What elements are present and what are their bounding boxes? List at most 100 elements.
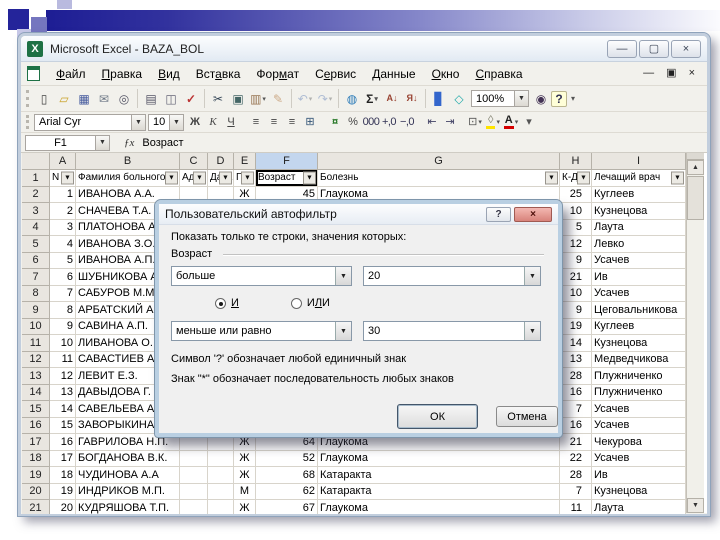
autosum-icon[interactable]: Σ ▾ bbox=[362, 89, 382, 109]
underline-icon[interactable]: Ч bbox=[222, 113, 240, 131]
row-header-16[interactable]: 16 bbox=[22, 417, 50, 434]
cell-C18[interactable] bbox=[180, 450, 208, 467]
fill-color-icon[interactable]: ◊ ▾ bbox=[484, 113, 502, 131]
cell-F18[interactable]: 52 bbox=[256, 450, 318, 467]
row-header-11[interactable]: 11 bbox=[22, 335, 50, 352]
font-size-combo[interactable]: 10 ▼ bbox=[148, 113, 184, 131]
chevron-down-icon[interactable]: ▼ bbox=[524, 267, 540, 285]
help-icon[interactable]: ? bbox=[551, 90, 567, 107]
spelling-icon[interactable]: ✓ bbox=[181, 89, 201, 109]
row-header-19[interactable]: 19 bbox=[22, 467, 50, 484]
paste-icon[interactable]: ▥ ▾ bbox=[248, 89, 268, 109]
dialog-close-button[interactable]: × bbox=[514, 206, 552, 222]
borders-icon[interactable]: ⊡ ▾ bbox=[466, 113, 484, 131]
cell-E18[interactable]: Ж bbox=[234, 450, 256, 467]
column-header-E[interactable]: E bbox=[234, 153, 256, 170]
chevron-down-icon[interactable]: ▾ bbox=[478, 118, 482, 126]
increase-indent-icon[interactable]: ⇥ bbox=[441, 113, 459, 131]
cell-H3[interactable]: 10 bbox=[560, 203, 592, 220]
row-header-8[interactable]: 8 bbox=[22, 285, 50, 302]
menu-Вставка[interactable]: Вставка bbox=[188, 64, 249, 84]
cell-H11[interactable]: 14 bbox=[560, 335, 592, 352]
cell-B19[interactable]: ЧУДИНОВА А.А bbox=[76, 467, 180, 484]
cell-H19[interactable]: 28 bbox=[560, 467, 592, 484]
name-box[interactable]: F1 bbox=[25, 134, 95, 151]
row-header-2[interactable]: 2 bbox=[22, 186, 50, 203]
format-painter-icon[interactable]: ✎ bbox=[268, 89, 288, 109]
cell-H14[interactable]: 16 bbox=[560, 384, 592, 401]
row-header-18[interactable]: 18 bbox=[22, 450, 50, 467]
align-left-icon[interactable]: ≡ bbox=[247, 113, 265, 131]
chevron-down-icon[interactable]: ▾ bbox=[374, 95, 378, 103]
or-radio[interactable] bbox=[290, 297, 302, 309]
cell-I18[interactable]: Усачев bbox=[592, 450, 686, 467]
italic-icon[interactable]: К bbox=[204, 113, 222, 131]
split-handle[interactable] bbox=[687, 153, 704, 160]
menu-Вид[interactable]: Вид bbox=[150, 64, 188, 84]
row-header-10[interactable]: 10 bbox=[22, 318, 50, 335]
row-header-9[interactable]: 9 bbox=[22, 302, 50, 319]
row-header-12[interactable]: 12 bbox=[22, 351, 50, 368]
cell-D18[interactable] bbox=[208, 450, 234, 467]
align-center-icon[interactable]: ≡ bbox=[265, 113, 283, 131]
chart-wizard-icon[interactable]: ▊ bbox=[429, 89, 449, 109]
cell-A21[interactable]: 20 bbox=[50, 500, 76, 514]
column-header-I[interactable]: I bbox=[592, 153, 686, 170]
ok-button[interactable]: ОК bbox=[397, 404, 478, 429]
toolbar-options-icon[interactable]: ▾ bbox=[520, 113, 538, 131]
cell-A8[interactable]: 7 bbox=[50, 285, 76, 302]
filter-button-D[interactable]: ▼ bbox=[219, 171, 232, 185]
cell-H13[interactable]: 28 bbox=[560, 368, 592, 385]
cell-H20[interactable]: 7 bbox=[560, 483, 592, 500]
cell-I6[interactable]: Усачев bbox=[592, 252, 686, 269]
formula-value[interactable]: Возраст bbox=[142, 137, 183, 149]
cell-A17[interactable]: 16 bbox=[50, 434, 76, 451]
print-icon[interactable]: ▤ bbox=[141, 89, 161, 109]
chevron-down-icon[interactable]: ▼ bbox=[524, 322, 540, 340]
vertical-scrollbar[interactable]: ▲ ▼ bbox=[686, 153, 704, 513]
cell-H2[interactable]: 25 bbox=[560, 186, 592, 203]
cell-I16[interactable]: Усачев bbox=[592, 417, 686, 434]
align-right-icon[interactable]: ≡ bbox=[283, 113, 301, 131]
filter-button-E[interactable]: ▼ bbox=[241, 171, 254, 185]
chevron-down-icon[interactable]: ▾ bbox=[262, 95, 266, 103]
chevron-down-icon[interactable]: ▼ bbox=[514, 91, 528, 106]
cell-E20[interactable]: М bbox=[234, 483, 256, 500]
cell-A4[interactable]: 3 bbox=[50, 219, 76, 236]
select-all-corner[interactable] bbox=[22, 153, 50, 170]
column-header-F[interactable]: F bbox=[256, 153, 318, 170]
file-search-icon[interactable]: ◎ bbox=[114, 89, 134, 109]
value1-combo[interactable]: 20 ▼ bbox=[363, 266, 541, 286]
cell-A13[interactable]: 12 bbox=[50, 368, 76, 385]
sort-descending-icon[interactable]: Я↓ bbox=[402, 89, 422, 109]
cell-F20[interactable]: 62 bbox=[256, 483, 318, 500]
cell-C21[interactable] bbox=[180, 500, 208, 514]
cell-H5[interactable]: 12 bbox=[560, 236, 592, 253]
drawing-icon[interactable]: ◇ bbox=[449, 89, 469, 109]
print-preview-icon[interactable]: ◫ bbox=[161, 89, 181, 109]
header-cell-C1[interactable]: Адр ▼ bbox=[180, 170, 208, 187]
value2-combo[interactable]: 30 ▼ bbox=[363, 321, 541, 341]
cell-H4[interactable]: 5 bbox=[560, 219, 592, 236]
cell-I15[interactable]: Усачев bbox=[592, 401, 686, 418]
cell-I21[interactable]: Лаута bbox=[592, 500, 686, 514]
menu-Правка[interactable]: Правка bbox=[94, 64, 151, 84]
cell-A12[interactable]: 11 bbox=[50, 351, 76, 368]
cell-I17[interactable]: Чекурова bbox=[592, 434, 686, 451]
dialog-help-button[interactable]: ? bbox=[486, 206, 511, 222]
header-cell-G1[interactable]: Болезнь ▼ bbox=[318, 170, 560, 187]
row-header-1[interactable]: 1 bbox=[22, 170, 50, 187]
doc-minimize-button-icon[interactable]: — bbox=[643, 68, 654, 79]
mail-icon[interactable]: ✉ bbox=[94, 89, 114, 109]
currency-icon[interactable]: ¤ bbox=[326, 113, 344, 131]
chevron-down-icon[interactable]: ▼ bbox=[335, 267, 351, 285]
cell-I11[interactable]: Кузнецова bbox=[592, 335, 686, 352]
header-cell-B1[interactable]: Фамилия больного ▼ bbox=[76, 170, 180, 187]
row-header-7[interactable]: 7 bbox=[22, 269, 50, 286]
row-header-5[interactable]: 5 bbox=[22, 236, 50, 253]
menu-Сервис[interactable]: Сервис bbox=[307, 64, 364, 84]
chevron-down-icon[interactable]: ▾ bbox=[515, 118, 519, 126]
cell-H7[interactable]: 21 bbox=[560, 269, 592, 286]
cell-C19[interactable] bbox=[180, 467, 208, 484]
cell-A2[interactable]: 1 bbox=[50, 186, 76, 203]
